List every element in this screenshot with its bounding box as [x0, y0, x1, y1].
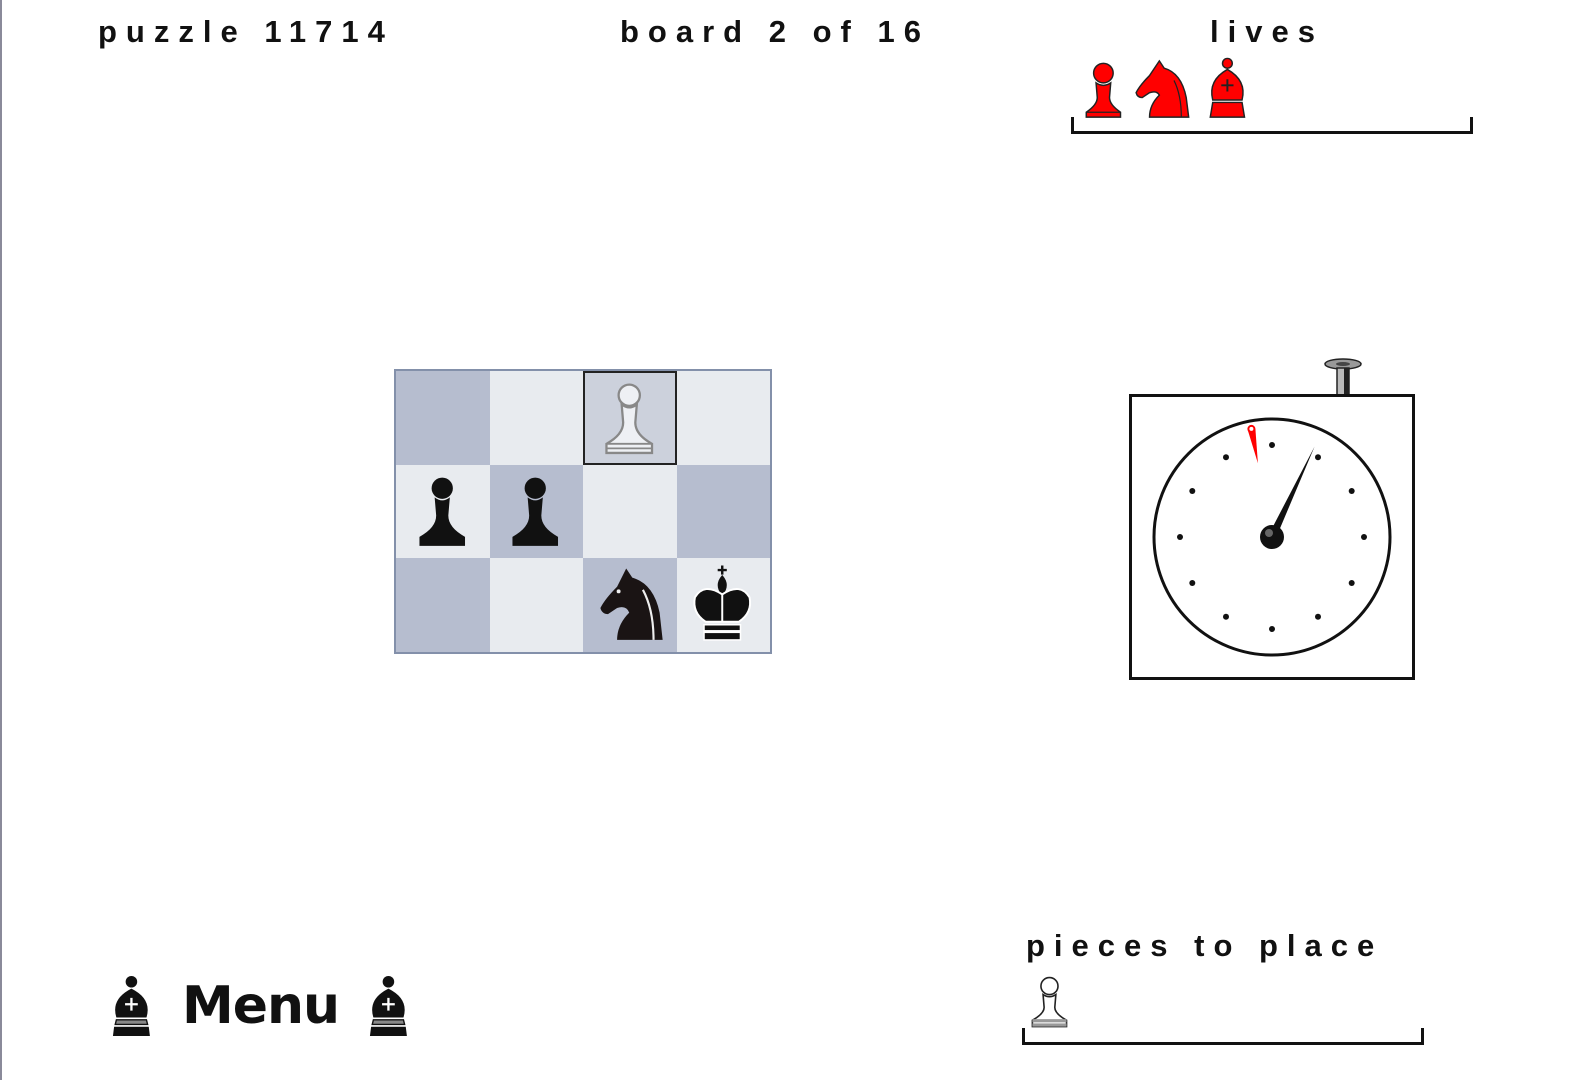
clock-tick — [1223, 613, 1229, 620]
chess-board — [394, 369, 772, 654]
lives-label: lives — [1210, 14, 1324, 49]
window-left-border — [0, 0, 2, 1080]
white-pawn-ghost-icon — [605, 383, 653, 454]
board-square[interactable] — [676, 464, 770, 559]
clock-tick — [1189, 488, 1196, 494]
board-square[interactable] — [489, 464, 583, 559]
life-knight-icon — [1135, 59, 1190, 118]
clock-tick — [1361, 534, 1367, 540]
life-pawn-icon — [1085, 62, 1122, 118]
clock-flag-pivot — [1247, 424, 1256, 433]
clock-hub-highlight — [1265, 529, 1273, 537]
menu-label: Menu — [182, 976, 340, 1036]
board-square[interactable] — [583, 464, 677, 559]
white-pawn-to-place-icon[interactable] — [1026, 970, 1074, 1032]
clock-tick — [1269, 626, 1275, 632]
pieces-to-place-label: pieces to place — [1026, 928, 1384, 963]
black-pawn-icon — [419, 478, 465, 547]
board-square[interactable] — [583, 371, 677, 465]
clock-tick — [1189, 580, 1196, 586]
pieces-to-place-tray — [1022, 1028, 1424, 1045]
clock-tick — [1223, 454, 1229, 461]
board-progress: board 2 of 16 — [620, 14, 930, 49]
black-knight-icon — [600, 568, 663, 641]
board-square[interactable] — [676, 558, 770, 652]
life-bishop-icon — [1209, 57, 1246, 118]
clock-tick — [1315, 613, 1321, 620]
bishop-icon — [369, 975, 407, 1037]
board-square[interactable] — [396, 371, 490, 465]
clock-hub — [1260, 525, 1284, 549]
board-square[interactable] — [676, 371, 770, 465]
board-square[interactable] — [583, 558, 677, 652]
black-king-icon — [693, 565, 752, 641]
clock-tick — [1348, 580, 1355, 586]
clock-tick — [1177, 534, 1183, 540]
bishop-icon — [112, 975, 150, 1037]
clock-face — [1152, 417, 1392, 657]
menu-button[interactable]: Menu — [106, 970, 415, 1042]
chess-clock — [1129, 394, 1415, 680]
lives-tray — [1071, 117, 1473, 134]
board-square[interactable] — [396, 464, 490, 559]
clock-tick — [1269, 442, 1275, 448]
puzzle-number: puzzle 11714 — [98, 14, 394, 49]
board-square[interactable] — [489, 558, 583, 652]
clock-tick — [1315, 454, 1321, 461]
black-pawn-icon — [512, 478, 559, 547]
clock-button[interactable] — [1322, 356, 1364, 398]
clock-tick — [1348, 488, 1355, 494]
board-square[interactable] — [489, 371, 583, 465]
board-square[interactable] — [396, 558, 490, 652]
